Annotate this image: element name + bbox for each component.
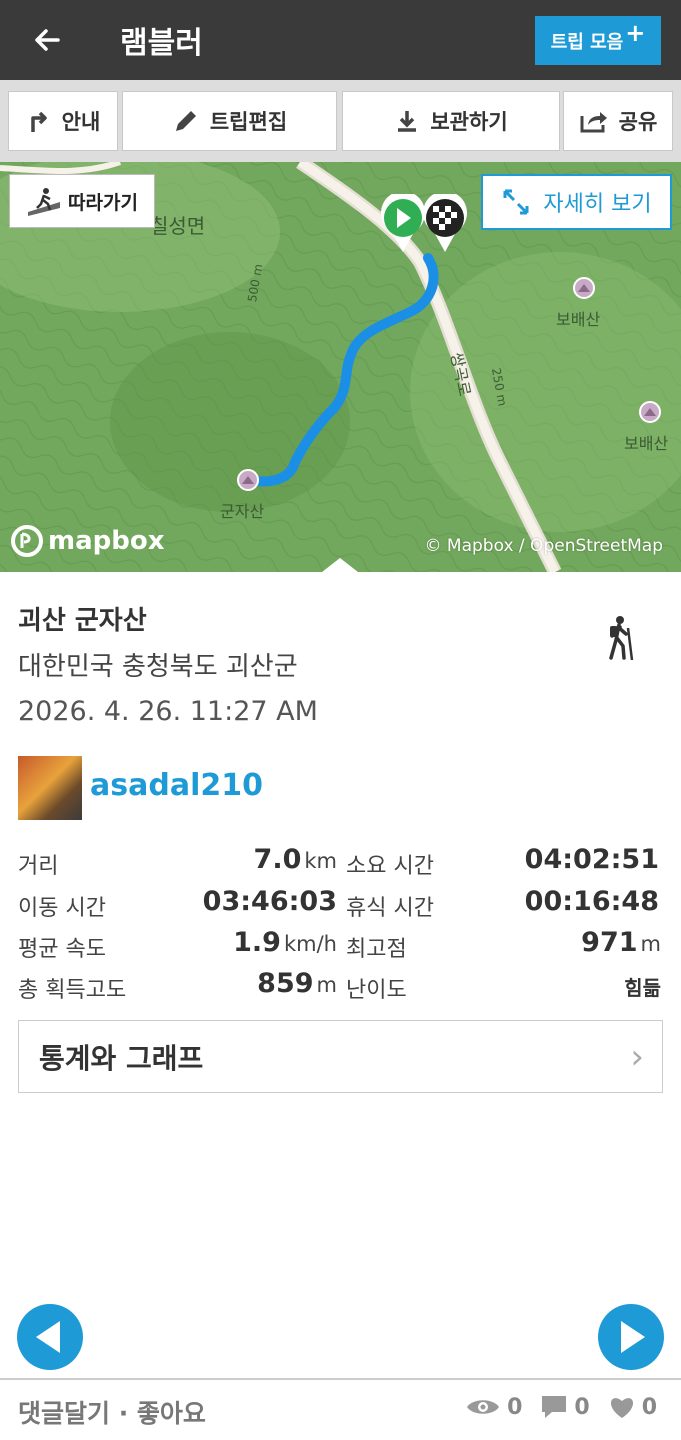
comment-icon (542, 1396, 567, 1418)
turn-arrow-icon (30, 111, 47, 132)
app-bar: 램블러 트립 모음 + (0, 0, 681, 80)
map-label-peak: 보배산 (624, 434, 669, 453)
trip-date: 2026. 4. 26. 11:27 AM (18, 696, 318, 727)
stat-value-elevation-gain: 859 m (257, 968, 337, 999)
action-toolbar: 안내 트립편집 보관하기 공유 (0, 80, 681, 162)
previous-trip-button[interactable] (17, 1304, 83, 1370)
next-trip-button[interactable] (598, 1304, 664, 1370)
trip-name: 괴산 군자산 (18, 606, 147, 636)
app-title: 램블러 (120, 26, 203, 61)
guide-button[interactable]: 안내 (8, 91, 118, 151)
edit-trip-button[interactable]: 트립편집 (122, 91, 337, 151)
mapbox-logo[interactable]: mapbox (10, 524, 165, 558)
share-button[interactable]: 공유 (563, 91, 673, 151)
peak-marker-icon (639, 401, 661, 423)
chevron-right-icon: › (630, 1037, 644, 1077)
stat-label-distance: 거리 (18, 854, 59, 879)
comment-count: 0 (574, 1394, 590, 1420)
view-detail-button[interactable]: 자세히 보기 (481, 174, 672, 230)
counters: 0 0 0 (465, 1394, 657, 1420)
stat-value-total-time: 04:02:51 (524, 844, 659, 875)
avatar[interactable] (18, 756, 82, 820)
stat-value-moving-time: 03:46:03 (202, 886, 337, 917)
play-right-icon (621, 1321, 645, 1353)
follow-label: 따라가기 (68, 191, 138, 214)
stats-graph-label: 통계와 그래프 (39, 1041, 204, 1075)
map-label-summit: 군자산 (220, 502, 265, 521)
eye-icon (467, 1400, 500, 1414)
elevation-gain-unit: m (316, 973, 337, 997)
max-elevation-unit: m (640, 932, 661, 956)
distance-value: 7.0 (253, 844, 302, 875)
stats-graph-button[interactable]: 통계와 그래프 › (18, 1020, 663, 1093)
username-link[interactable]: asadal210 (90, 768, 263, 803)
trip-collection-label: 트립 모음 (550, 31, 624, 53)
stat-label-difficulty: 난이도 (346, 978, 407, 1003)
pointer-notch-icon (322, 558, 358, 572)
stat-label-moving-time: 이동 시간 (18, 896, 106, 921)
expand-icon (503, 189, 529, 215)
map-label-town: 칠성면 (150, 214, 206, 238)
view-detail-label: 자세히 보기 (543, 192, 652, 217)
stat-label-max-elevation: 최고점 (346, 937, 407, 962)
comment-like-link[interactable]: 댓글달기 · 좋아요 (18, 1394, 206, 1430)
stat-value-distance: 7.0 km (254, 844, 337, 875)
trip-collection-button[interactable]: 트립 모음 + (535, 16, 661, 65)
pencil-icon (175, 111, 196, 131)
stat-value-difficulty: 힘듦 (624, 976, 661, 1000)
follow-button[interactable]: 따라가기 (9, 174, 155, 228)
distance-unit: km (304, 849, 337, 873)
play-left-icon (36, 1321, 60, 1353)
avg-speed-unit: km/h (283, 932, 337, 956)
guide-label: 안내 (61, 110, 101, 134)
share-label: 공유 (618, 110, 658, 134)
finish-marker-icon (423, 194, 467, 252)
hiker-follow-icon (28, 188, 61, 216)
back-arrow-icon[interactable] (28, 20, 68, 60)
edit-trip-label: 트립편집 (209, 110, 288, 134)
peak-marker-icon (573, 277, 595, 299)
stat-label-rest-time: 휴식 시간 (346, 896, 434, 921)
like-count: 0 (641, 1394, 657, 1420)
stat-value-rest-time: 00:16:48 (524, 886, 659, 917)
hiking-icon (609, 616, 634, 661)
download-icon (398, 111, 417, 132)
save-trip-button[interactable]: 보관하기 (342, 91, 560, 151)
plus-icon: + (625, 18, 646, 47)
save-trip-label: 보관하기 (430, 110, 508, 134)
stat-value-max-elevation: 971 m (581, 927, 661, 958)
elevation-gain-value: 859 (257, 968, 314, 999)
heart-icon (610, 1398, 633, 1418)
view-count: 0 (507, 1394, 523, 1420)
mapbox-logo-icon (11, 525, 43, 557)
stat-label-elevation-gain: 총 획득고도 (18, 978, 127, 1003)
map-attribution[interactable]: © Mapbox / OpenStreetMap (425, 536, 663, 556)
bottom-bar: 댓글달기 · 좋아요 0 0 0 (0, 1378, 681, 1440)
stat-label-total-time: 소요 시간 (346, 854, 434, 879)
map-label-peak: 보배산 (556, 310, 601, 329)
stat-value-avg-speed: 1.9 km/h (233, 927, 337, 958)
share-icon (580, 112, 607, 133)
stat-label-avg-speed: 평균 속도 (18, 937, 106, 962)
max-elevation-value: 971 (581, 927, 638, 958)
trip-location: 대한민국 충청북도 괴산군 (18, 652, 298, 682)
summit-marker-icon (237, 469, 259, 491)
avg-speed-value: 1.9 (233, 927, 281, 958)
mapbox-logo-text: mapbox (48, 526, 165, 556)
